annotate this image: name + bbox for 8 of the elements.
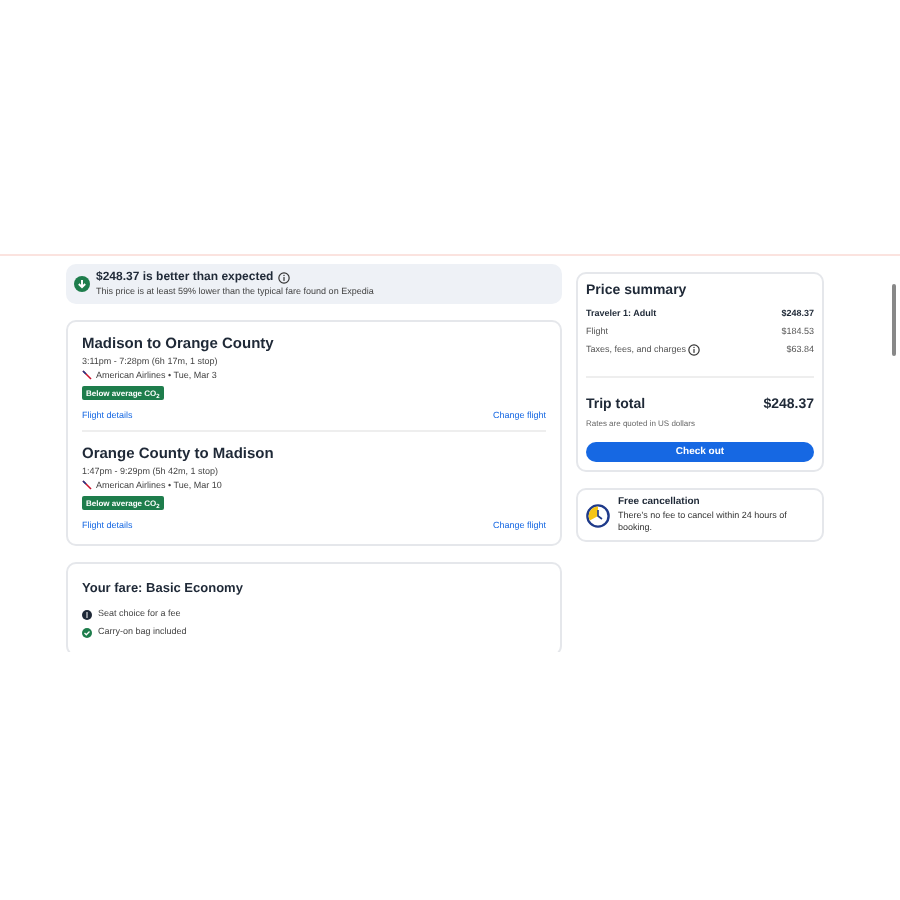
- check-icon: [82, 627, 92, 637]
- scrollbar-thumb[interactable]: [892, 284, 896, 356]
- airline-logo-icon: [82, 370, 92, 380]
- down-arrow-icon: [74, 276, 90, 292]
- info-icon[interactable]: [277, 272, 290, 284]
- clock-icon: [586, 503, 610, 527]
- info-icon[interactable]: [688, 344, 701, 356]
- airline-logo-icon: [82, 480, 92, 490]
